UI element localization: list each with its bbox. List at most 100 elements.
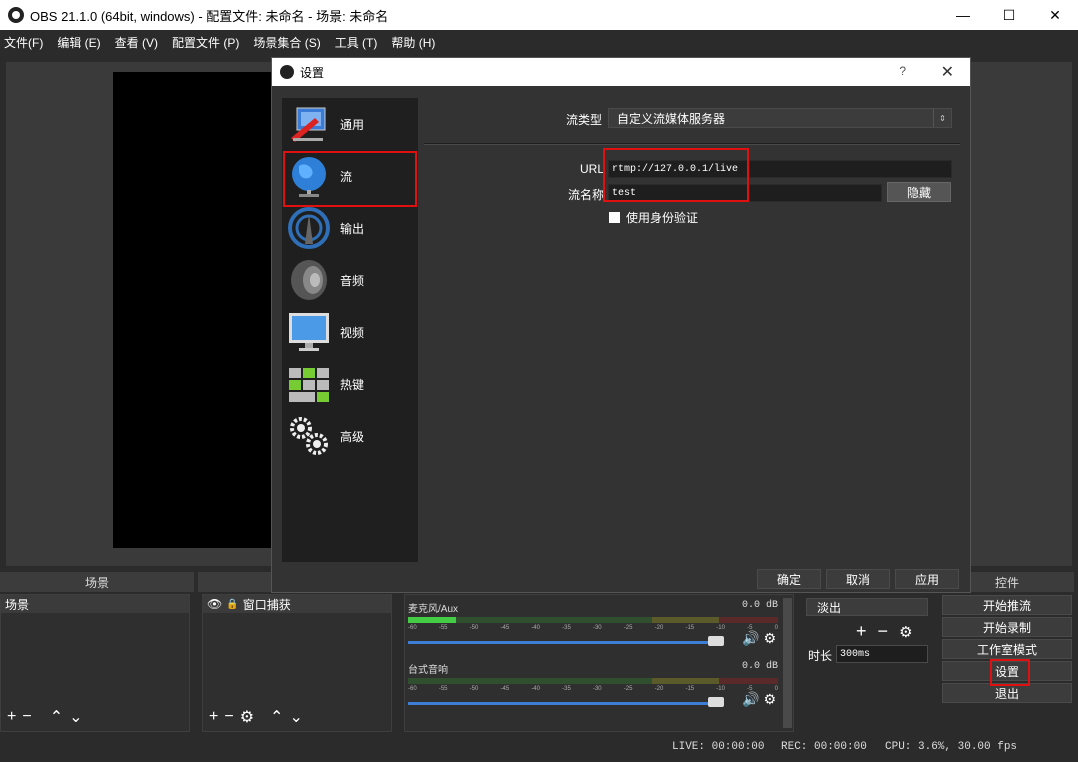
window-titlebar: OBS 21.1.0 (64bit, windows) - 配置文件: 未命名 … <box>0 0 1078 30</box>
menu-bar: 文件(F) 编辑 (E) 查看 (V) 配置文件 (P) 场景集合 (S) 工具… <box>0 30 1078 54</box>
use-auth-row[interactable]: 使用身份验证 <box>609 209 698 226</box>
menu-profile[interactable]: 配置文件 (P) <box>172 34 239 51</box>
chevron-updown-icon: ⇕ <box>933 109 951 127</box>
mixer-scrollbar[interactable] <box>783 598 792 728</box>
lock-icon[interactable]: 🔒 <box>226 599 238 610</box>
dialog-title: 设置 <box>300 65 325 80</box>
stream-type-label: 流类型 <box>565 113 602 127</box>
menu-edit[interactable]: 编辑 (E) <box>57 34 100 51</box>
remove-icon[interactable]: − <box>224 708 233 726</box>
sidebar-item-label: 高级 <box>340 429 365 444</box>
sources-dock: 👁 🔒 窗口捕获 + − ⚙ ⌃ ⌄ <box>202 594 392 732</box>
scenes-dock-header: 场景 <box>0 572 194 592</box>
transition-toolbar: + − ⚙ <box>856 621 913 642</box>
volume-slider[interactable] <box>408 697 724 707</box>
move-down-icon[interactable]: ⌄ <box>69 707 82 727</box>
sidebar-item-label: 输出 <box>340 221 365 236</box>
track-db: 0.0 dB <box>741 600 778 611</box>
studio-mode-button[interactable]: 工作室模式 <box>942 639 1072 659</box>
mixer-track-mic: 麦克风/Aux 0.0 dB -60 -55 -50 -45 -40 -35 -30 -25-… <box>408 600 778 647</box>
stream-key-label: 流名称 <box>567 188 604 202</box>
cpu-fps: CPU: 3.6%, 30.00 fps <box>885 741 1018 753</box>
sidebar-item-label: 视频 <box>340 325 365 340</box>
duration-label: 时长 <box>808 649 833 663</box>
add-icon[interactable]: + <box>209 708 218 726</box>
dialog-close-button[interactable]: ✕ <box>941 62 954 82</box>
add-icon[interactable]: + <box>7 708 16 726</box>
gears-icon <box>286 415 332 457</box>
sidebar-item-video[interactable]: 视频 <box>286 308 414 356</box>
menu-file[interactable]: 文件(F) <box>4 34 43 51</box>
keyboard-icon <box>286 363 332 405</box>
speaker-icon[interactable]: 🔊 ⚙ <box>742 630 776 647</box>
sidebar-item-label: 流 <box>340 169 353 184</box>
sidebar-item-audio[interactable]: 音频 <box>286 256 414 304</box>
volume-meter <box>408 617 778 623</box>
source-list-item[interactable]: 👁 🔒 窗口捕获 <box>203 595 391 613</box>
exit-button[interactable]: 退出 <box>942 683 1072 703</box>
stream-key-input[interactable]: test <box>608 184 882 202</box>
url-input[interactable]: rtmp://127.0.0.1/live <box>608 160 952 178</box>
url-label: URL <box>579 162 604 176</box>
start-streaming-button[interactable]: 开始推流 <box>942 595 1072 615</box>
preview-canvas[interactable] <box>113 72 273 548</box>
use-auth-label: 使用身份验证 <box>626 211 699 225</box>
use-auth-checkbox[interactable] <box>609 212 620 223</box>
ok-button[interactable]: 确定 <box>757 569 821 589</box>
move-up-icon[interactable]: ⌃ <box>270 707 283 727</box>
obs-logo-icon <box>8 7 24 23</box>
track-name: 麦克风/Aux <box>408 604 459 615</box>
move-down-icon[interactable]: ⌄ <box>289 707 302 727</box>
sidebar-item-output[interactable]: 输出 <box>286 204 414 252</box>
obs-logo-icon <box>280 65 294 79</box>
sidebar-item-label: 音频 <box>340 273 365 288</box>
speaker-icon[interactable]: 🔊 ⚙ <box>742 691 776 708</box>
maximize-button[interactable]: ☐ <box>986 0 1032 30</box>
help-button[interactable]: ? <box>899 64 906 78</box>
sidebar-item-stream[interactable]: 流 <box>286 152 414 200</box>
menu-view[interactable]: 查看 (V) <box>115 34 158 51</box>
sidebar-item-hotkeys[interactable]: 热键 <box>286 360 414 408</box>
sidebar-item-label: 通用 <box>340 117 365 132</box>
divider <box>424 143 960 145</box>
speaker-icon <box>286 259 332 301</box>
sidebar-item-advanced[interactable]: 高级 <box>286 412 414 460</box>
meter-ticks: -60 -55 -50 -45 -40 -35 -30 -25 -20 -15 -10 -5 0 <box>408 625 778 631</box>
live-time: LIVE: 00:00:00 <box>672 741 765 753</box>
start-recording-button[interactable]: 开始录制 <box>942 617 1072 637</box>
move-up-icon[interactable]: ⌃ <box>50 707 63 727</box>
scene-list-item[interactable]: 场景 <box>1 595 189 613</box>
minimize-button[interactable]: — <box>940 0 986 30</box>
add-icon[interactable]: + <box>856 621 867 641</box>
settings-button[interactable]: 设置 <box>942 661 1072 681</box>
dialog-titlebar: 设置 ? ✕ <box>272 58 970 86</box>
apply-button[interactable]: 应用 <box>895 569 959 589</box>
source-label: 窗口捕获 <box>242 597 291 612</box>
rec-time: REC: 00:00:00 <box>781 741 867 753</box>
duration-spinbox[interactable]: 300ms <box>836 645 928 663</box>
track-name: 台式音响 <box>408 665 448 676</box>
hide-key-button[interactable]: 隐藏 <box>887 182 951 202</box>
meter-ticks: -60 -55 -50 -45 -40 -35 -30 -25 -20 -15 -10 -5 0 <box>408 686 778 692</box>
transition-select[interactable]: 淡出 <box>806 598 928 616</box>
window-title: OBS 21.1.0 (64bit, windows) - 配置文件: 未命名 … <box>30 8 389 24</box>
cancel-button[interactable]: 取消 <box>826 569 890 589</box>
track-db: 0.0 dB <box>741 661 778 672</box>
menu-scene-collection[interactable]: 场景集合 (S) <box>253 34 320 51</box>
output-icon <box>286 207 332 249</box>
settings-sidebar: 通用 流 输出 音频 视频 热键 高级 <box>282 98 418 562</box>
mixer-track-desktop: 台式音响 0.0 dB -60 -55 -50 -45 -40 -35 -30 -25 -20-… <box>408 661 778 708</box>
menu-help[interactable]: 帮助 (H) <box>391 34 435 51</box>
gear-icon[interactable]: ⚙ <box>899 624 912 641</box>
menu-tools[interactable]: 工具 (T) <box>335 34 378 51</box>
remove-icon[interactable]: − <box>22 708 31 726</box>
eye-icon[interactable]: 👁 <box>207 597 222 611</box>
volume-meter <box>408 678 778 684</box>
stream-type-select[interactable]: 自定义流媒体服务器 ⇕ <box>608 108 952 128</box>
close-button[interactable]: ✕ <box>1032 0 1078 30</box>
volume-slider[interactable] <box>408 636 724 646</box>
remove-icon[interactable]: − <box>878 621 889 641</box>
settings-dialog: 设置 ? ✕ 通用 流 输出 音频 视频 热键 高级 流类型 自定义流媒体服务器… <box>271 57 971 593</box>
gear-icon[interactable]: ⚙ <box>240 707 254 727</box>
sidebar-item-general[interactable]: 通用 <box>286 100 414 148</box>
